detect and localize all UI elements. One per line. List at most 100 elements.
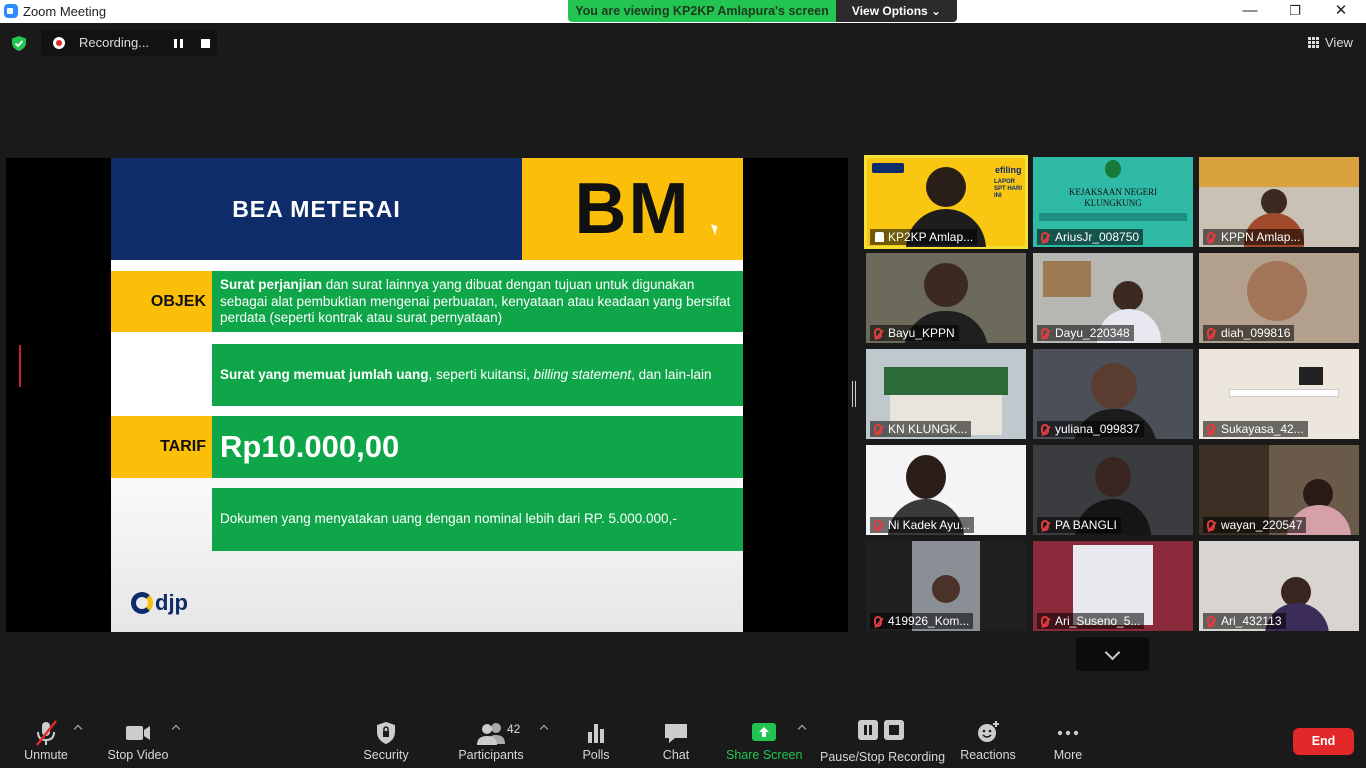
muted-mic-icon <box>1041 424 1049 435</box>
participant-name-tag: Ari_432113 <box>1203 613 1286 629</box>
recording-dot-icon <box>53 37 65 49</box>
muted-mic-icon <box>1207 424 1215 435</box>
social-strip <box>1039 213 1187 221</box>
video-tile[interactable]: PA BANGLI <box>1033 445 1193 535</box>
slide-title-band: BEA METERAI <box>111 158 522 260</box>
muted-mic-icon <box>1041 328 1049 339</box>
gallery-scroll-down-button[interactable] <box>1076 637 1149 671</box>
kejaksaan-banner: KEJAKSAAN NEGERI KLUNGKUNG <box>1068 187 1158 208</box>
view-label: View <box>1325 35 1353 50</box>
minimize-button[interactable]: — <box>1227 0 1273 23</box>
objek-box: Surat perjanjian dan surat lainnya yang … <box>212 271 743 332</box>
video-tile[interactable]: KPPN Amlap... <box>1199 157 1359 247</box>
polls-button[interactable]: Polls <box>574 712 618 768</box>
muted-mic-icon <box>1207 232 1215 243</box>
participant-head <box>924 263 968 307</box>
tarif-label: TARIF <box>111 416 212 478</box>
chat-button[interactable]: Chat <box>654 712 698 768</box>
more-label: More <box>1053 748 1083 762</box>
slide-title: BEA METERAI <box>232 196 401 222</box>
cork-board <box>1043 261 1091 297</box>
more-button[interactable]: More <box>1046 712 1090 768</box>
video-tile[interactable]: KN KLUNGK... <box>866 349 1026 439</box>
slide-logo-text: BM <box>574 169 691 249</box>
muted-mic-icon <box>874 520 882 531</box>
stop-recording-icon[interactable] <box>201 39 210 48</box>
muted-mic-icon <box>1207 328 1215 339</box>
participants-count: 42 <box>507 722 521 736</box>
video-options-caret-icon[interactable] <box>171 724 181 734</box>
pause-stop-recording-button[interactable]: Pause/Stop Recording <box>820 712 946 768</box>
participant-head <box>1261 189 1287 215</box>
video-tile[interactable]: diah_099816 <box>1199 253 1359 343</box>
participant-name-tag: KPPN Amlap... <box>1203 229 1305 245</box>
video-tile[interactable]: Sukayasa_42... <box>1199 349 1359 439</box>
pause-recording-icon[interactable] <box>174 39 183 48</box>
muted-mic-icon <box>1041 616 1049 627</box>
participant-head <box>906 455 946 499</box>
participant-name-tag: Bayu_KPPN <box>870 325 959 341</box>
video-tile[interactable]: Bayu_KPPN <box>866 253 1026 343</box>
participant-name-tag: Sukayasa_42... <box>1203 421 1308 437</box>
view-layout-button[interactable]: View <box>1308 35 1353 50</box>
video-tile[interactable]: 419926_Kom... <box>866 541 1026 631</box>
tarif-amount: Rp10.000,00 <box>212 416 743 478</box>
video-tile[interactable]: Ni Kadek Ayu... <box>866 445 1026 535</box>
monitor <box>1299 367 1323 385</box>
reactions-button[interactable]: Reactions <box>958 712 1018 768</box>
security-button[interactable]: Security <box>358 712 414 768</box>
share-screen-label: Share Screen <box>726 748 803 762</box>
pause-stop-recording-icon <box>858 720 904 740</box>
video-tile[interactable]: Dayu_220348 <box>1033 253 1193 343</box>
unmute-label: Unmute <box>24 748 68 762</box>
stop-video-button[interactable]: Stop Video <box>104 712 172 768</box>
grid-icon <box>1308 37 1319 48</box>
viewing-banner: You are viewing KP2KP Amlapura's screen … <box>568 0 957 22</box>
slide-header: BEA METERAI BM <box>111 158 743 260</box>
muted-mic-icon <box>36 720 57 746</box>
room-shelf <box>1199 157 1359 187</box>
participant-head <box>1247 261 1307 321</box>
participants-button[interactable]: 42 Participants <box>456 712 526 768</box>
video-tile[interactable]: Ari_432113 <box>1199 541 1359 631</box>
encryption-shield-icon[interactable] <box>12 36 26 51</box>
participant-head <box>1095 457 1131 497</box>
participant-name-tag: diah_099816 <box>1203 325 1295 341</box>
share-screen-button[interactable]: Share Screen <box>726 712 802 768</box>
viewing-message: You are viewing KP2KP Amlapura's screen <box>568 0 836 22</box>
video-tile[interactable]: wayan_220547 <box>1199 445 1359 535</box>
unmute-button[interactable]: Unmute <box>18 712 74 768</box>
chat-bubble-icon <box>665 724 687 743</box>
shared-screen: BEA METERAI BM OBJEK Surat perjanjian da… <box>6 158 848 632</box>
building-roof <box>884 367 1008 395</box>
close-button[interactable]: ✕ <box>1318 0 1364 23</box>
participants-caret-icon[interactable] <box>539 724 549 734</box>
video-tile[interactable]: Ari_Suseno_5... <box>1033 541 1193 631</box>
end-meeting-button[interactable]: End <box>1293 728 1354 755</box>
window-title: Zoom Meeting <box>23 4 107 19</box>
muted-mic-icon <box>874 328 882 339</box>
video-tile[interactable]: efiling LAPOR SPT HARI INI KP2KP Amlap..… <box>864 155 1028 249</box>
audio-options-caret-icon[interactable] <box>73 724 83 734</box>
djp-mark-icon <box>131 592 153 614</box>
muted-mic-icon <box>1041 232 1049 243</box>
participant-name-tag: Ni Kadek Ayu... <box>870 517 974 533</box>
red-marker <box>19 345 21 387</box>
video-tile[interactable]: KEJAKSAAN NEGERI KLUNGKUNG AriusJr_00875… <box>1033 157 1193 247</box>
video-tile[interactable]: yuliana_099837 <box>1033 349 1193 439</box>
participant-name-tag: KP2KP Amlap... <box>870 229 978 245</box>
reactions-smiley-icon <box>978 721 999 742</box>
objek2-box: Surat yang memuat jumlah uang, seperti k… <box>212 344 743 406</box>
participants-label: Participants <box>458 748 524 762</box>
view-options-button[interactable]: View Options ⌄ <box>836 0 957 22</box>
restore-button[interactable]: ❐ <box>1272 0 1318 23</box>
participant-name-tag: PA BANGLI <box>1037 517 1121 533</box>
participant-name-tag: Dayu_220348 <box>1037 325 1134 341</box>
pause-stop-recording-label: Pause/Stop Recording <box>820 750 946 764</box>
participant-head <box>932 575 960 603</box>
participant-name-tag: KN KLUNGK... <box>870 421 972 437</box>
panel-splitter-handle[interactable] <box>852 381 856 407</box>
zoom-app-icon <box>4 4 18 18</box>
objek2-bold: Surat yang memuat jumlah uang <box>220 367 429 382</box>
stop-video-label: Stop Video <box>107 748 169 762</box>
